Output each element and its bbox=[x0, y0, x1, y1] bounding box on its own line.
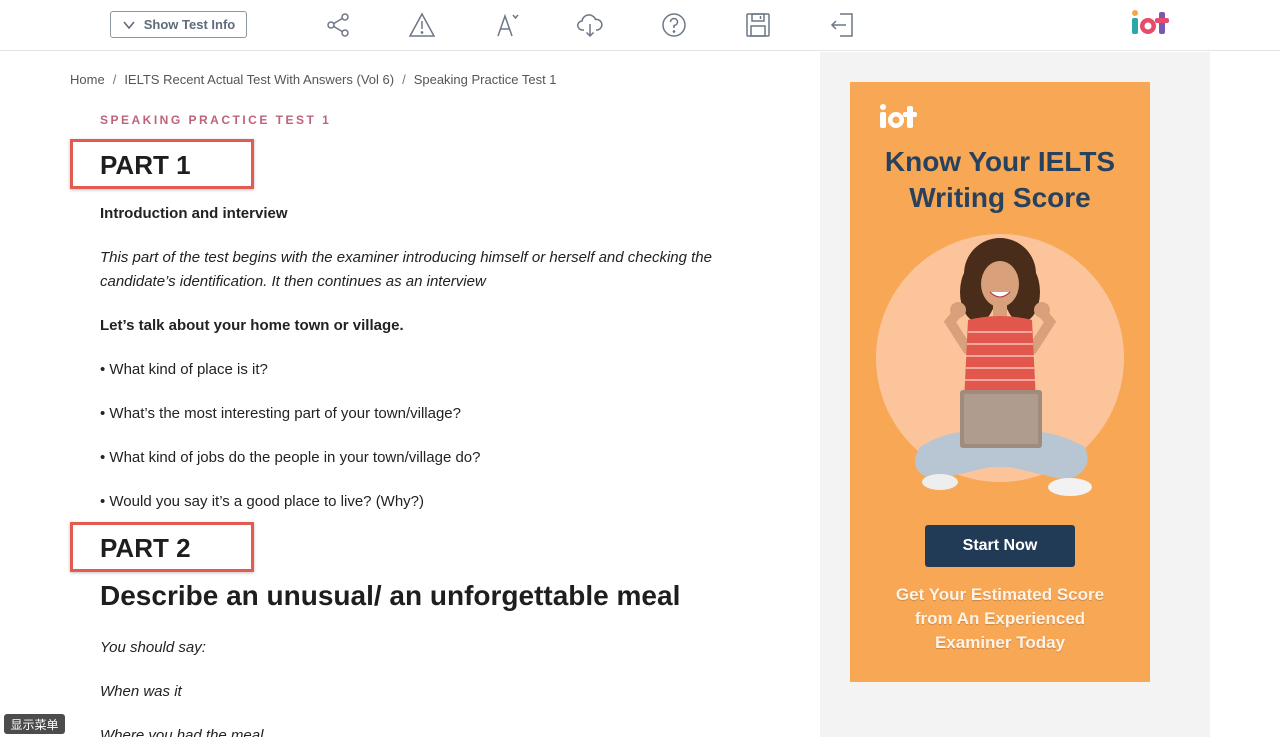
breadcrumb: Home / IELTS Recent Actual Test With Answe… bbox=[70, 72, 557, 87]
help-icon[interactable] bbox=[659, 10, 689, 40]
share-icon[interactable] bbox=[323, 10, 353, 40]
top-toolbar: Show Test Info bbox=[0, 0, 1280, 51]
exit-icon[interactable] bbox=[827, 10, 857, 40]
bullet-item: • What kind of place is it? bbox=[100, 361, 268, 378]
show-test-info-label: Show Test Info bbox=[143, 17, 236, 32]
bullet-item: • What kind of jobs do the people in you… bbox=[100, 449, 481, 466]
topic-question: Let’s talk about your home town or villa… bbox=[100, 317, 404, 334]
ad-title-line: Writing Score bbox=[909, 182, 1091, 213]
save-icon[interactable] bbox=[743, 10, 773, 40]
chevron-down-icon bbox=[123, 20, 135, 29]
cue-card-heading: Describe an unusual/ an unforgettable me… bbox=[100, 580, 681, 611]
breadcrumb-separator: / bbox=[112, 72, 117, 87]
advertisement-banner[interactable]: Know Your IELTS Writing Score Start Now … bbox=[850, 82, 1150, 682]
sidebar: Know Your IELTS Writing Score Start Now … bbox=[820, 52, 1210, 737]
you-should-say: You should say: bbox=[100, 639, 206, 656]
intro-heading: Introduction and interview bbox=[100, 205, 288, 222]
article-content: Home / IELTS Recent Actual Test With Answe… bbox=[0, 52, 820, 737]
ad-title: Know Your IELTS Writing Score bbox=[850, 144, 1150, 216]
cue-prompt: Where you had the meal bbox=[100, 727, 264, 737]
bullet-item: • Would you say it’s a good place to liv… bbox=[100, 493, 425, 510]
warning-icon[interactable] bbox=[407, 10, 437, 40]
ad-subtitle-line: from An Experienced bbox=[914, 609, 1086, 628]
part1-title: PART 1 bbox=[100, 150, 191, 180]
show-menu-button[interactable]: 显示菜单 bbox=[4, 714, 65, 734]
breadcrumb-volume[interactable]: IELTS Recent Actual Test With Answers (V… bbox=[124, 72, 394, 87]
ad-subtitle-line: Get Your Estimated Score bbox=[895, 585, 1105, 604]
woman-with-laptop-image bbox=[915, 238, 1092, 496]
show-test-info-button[interactable]: Show Test Info bbox=[110, 11, 247, 38]
test-eyebrow: SPEAKING PRACTICE TEST 1 bbox=[100, 113, 332, 127]
ad-subtitle: Get Your Estimated Score from An Experie… bbox=[870, 583, 1130, 655]
iot-logo bbox=[880, 104, 917, 128]
breadcrumb-current: Speaking Practice Test 1 bbox=[413, 72, 557, 87]
ad-title-line: Know Your IELTS bbox=[884, 146, 1116, 177]
bullet-item: • What’s the most interesting part of yo… bbox=[100, 405, 461, 422]
right-gutter bbox=[1210, 52, 1280, 737]
iot-logo bbox=[1132, 10, 1169, 34]
cue-prompt: When was it bbox=[100, 683, 182, 700]
cloud-download-icon[interactable] bbox=[575, 10, 605, 40]
font-size-icon[interactable] bbox=[492, 10, 522, 40]
intro-text: This part of the test begins with the ex… bbox=[100, 249, 712, 290]
ad-subtitle-line: Examiner Today bbox=[934, 633, 1066, 652]
breadcrumb-separator: / bbox=[402, 72, 406, 87]
breadcrumb-home[interactable]: Home bbox=[70, 72, 105, 87]
start-now-button[interactable]: Start Now bbox=[925, 525, 1075, 567]
part2-title: PART 2 bbox=[100, 533, 191, 563]
